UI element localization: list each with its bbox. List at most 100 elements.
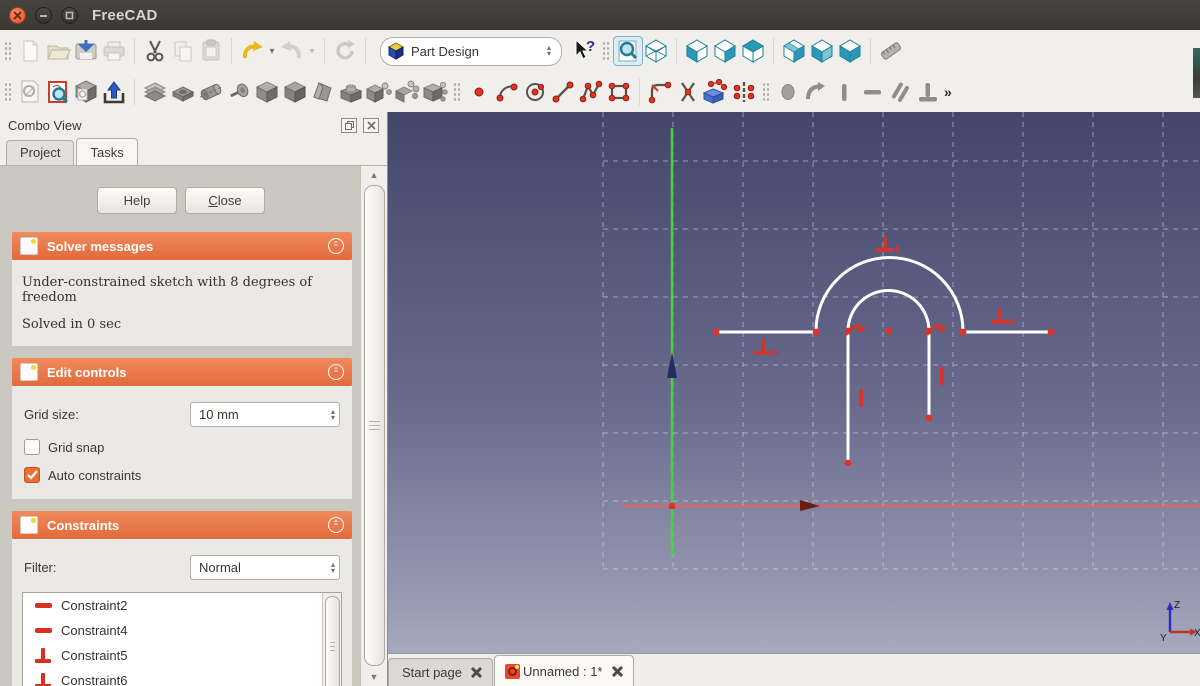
measure-distance-icon[interactable]	[877, 37, 905, 65]
scrollbar-thumb[interactable]	[325, 596, 340, 686]
close-tab-icon[interactable]	[612, 666, 623, 677]
tab-unnamed-document[interactable]: Unnamed : 1*	[494, 655, 634, 686]
grid-snap-checkbox[interactable]	[24, 439, 40, 455]
toolbar-handle[interactable]	[4, 40, 11, 62]
tab-start-page[interactable]: Start page	[388, 658, 493, 686]
toolbar-handle[interactable]	[762, 81, 769, 103]
polar-pattern-icon[interactable]	[393, 78, 421, 106]
redo-dropdown-caret-icon[interactable]: ▾	[306, 46, 318, 57]
spinner-arrows[interactable]: ▴ ▾	[327, 560, 339, 574]
create-rectangle-icon[interactable]	[605, 78, 633, 106]
scrollbar-thumb[interactable]	[364, 185, 385, 666]
sketch-canvas[interactable]: 5 5 6 Z Y X	[388, 112, 1200, 654]
paste-icon[interactable]	[197, 37, 225, 65]
3d-viewport[interactable]: 5 5 6 Z Y X	[388, 112, 1200, 654]
refresh-icon[interactable]	[331, 37, 359, 65]
spinner-arrows[interactable]: ▴ ▾	[327, 407, 339, 421]
constraint-horizontal-icon[interactable]	[858, 78, 886, 106]
grid-size-spinbox[interactable]: 10 mm ▴ ▾	[190, 402, 340, 427]
close-tab-icon[interactable]	[471, 667, 482, 678]
subtractive-box-icon[interactable]	[281, 78, 309, 106]
collapse-icon[interactable]: ⌃ ⌃	[328, 364, 344, 380]
window-minimize-button[interactable]	[35, 6, 52, 24]
list-scrollbar[interactable]: ▼	[322, 593, 341, 686]
additive-box-icon[interactable]	[253, 78, 281, 106]
copy-icon[interactable]	[169, 37, 197, 65]
pad-icon[interactable]	[141, 78, 169, 106]
window-maximize-button[interactable]	[61, 6, 78, 24]
constraints-header[interactable]: Constraints ⌃ ⌃	[12, 511, 352, 539]
linear-pattern-icon[interactable]	[365, 78, 393, 106]
toggle-symmetry-icon[interactable]	[730, 78, 758, 106]
list-item[interactable]: Constraint4	[23, 618, 341, 643]
filter-combobox[interactable]: Normal ▴ ▾	[190, 555, 340, 580]
workbench-spinner[interactable]: ▴ ▾	[543, 44, 555, 58]
tab-tasks[interactable]: Tasks	[76, 138, 138, 165]
groove-icon[interactable]	[225, 78, 253, 106]
toolbar-overflow-icon[interactable]: »	[944, 84, 952, 100]
create-point-icon[interactable]	[465, 78, 493, 106]
new-sketch-icon[interactable]	[16, 78, 44, 106]
cut-icon[interactable]	[141, 37, 169, 65]
boss-icon[interactable]	[337, 78, 365, 106]
constraint-vertical-icon[interactable]	[830, 78, 858, 106]
create-polyline-icon[interactable]	[577, 78, 605, 106]
create-fillet-icon[interactable]	[646, 78, 674, 106]
new-document-icon[interactable]	[16, 37, 44, 65]
save-document-icon[interactable]	[72, 37, 100, 65]
toolbar-handle[interactable]	[602, 40, 609, 62]
view-front-icon[interactable]	[683, 37, 711, 65]
constraint-parallel-icon[interactable]	[886, 78, 914, 106]
multitransform-icon[interactable]	[421, 78, 449, 106]
edit-controls-header[interactable]: Edit controls ⌃ ⌃	[12, 358, 352, 386]
view-bottom-icon[interactable]	[836, 37, 864, 65]
list-item[interactable]: Constraint2	[23, 593, 341, 618]
panel-float-button[interactable]	[341, 117, 357, 133]
tasks-scrollbar[interactable]: ▲ ▼	[360, 166, 387, 686]
list-item[interactable]: Constraint5	[23, 643, 341, 668]
view-right-icon[interactable]	[780, 37, 808, 65]
constraint-list[interactable]: Constraint2 Constraint4 Constraint5 Cons…	[22, 592, 342, 686]
combo-view-tabs: Project Tasks	[0, 138, 387, 165]
toolbar-handle[interactable]	[4, 81, 11, 103]
solver-messages-header[interactable]: Solver messages ⌃ ⌃	[12, 232, 352, 260]
window-close-button[interactable]	[9, 6, 26, 24]
list-item[interactable]: Constraint6	[23, 668, 341, 686]
view-axonometric-icon[interactable]	[642, 37, 670, 65]
revolution-icon[interactable]	[197, 78, 225, 106]
auto-constraints-checkbox[interactable]	[24, 467, 40, 483]
help-button[interactable]: Help	[97, 187, 177, 214]
create-line-icon[interactable]	[549, 78, 577, 106]
scroll-down-icon[interactable]: ▼	[361, 669, 387, 685]
fit-all-icon[interactable]	[613, 36, 643, 66]
constraint-arc-icon[interactable]	[802, 78, 830, 106]
close-task-button[interactable]: Close	[185, 187, 265, 214]
workbench-selector[interactable]: Part Design ▴ ▾	[380, 36, 562, 66]
leave-sketch-icon[interactable]	[100, 78, 128, 106]
toolbar-handle[interactable]	[453, 81, 460, 103]
view-rear-icon[interactable]	[711, 37, 739, 65]
external-geometry-icon[interactable]	[702, 78, 730, 106]
constraint-perpendicular-icon[interactable]	[914, 78, 942, 106]
print-icon[interactable]	[100, 37, 128, 65]
pocket-icon[interactable]	[169, 78, 197, 106]
trim-edge-icon[interactable]	[674, 78, 702, 106]
scroll-up-icon[interactable]: ▲	[361, 167, 387, 183]
map-sketch-icon[interactable]	[72, 78, 100, 106]
view-sketch-icon[interactable]	[44, 78, 72, 106]
collapse-icon[interactable]: ⌃ ⌃	[328, 238, 344, 254]
create-circle-icon[interactable]	[521, 78, 549, 106]
panel-close-button[interactable]	[363, 117, 379, 133]
view-left-icon[interactable]	[808, 37, 836, 65]
whats-this-icon[interactable]: ?	[570, 37, 598, 65]
draft-icon[interactable]	[309, 78, 337, 106]
undo-icon[interactable]	[238, 37, 266, 65]
open-document-icon[interactable]	[44, 37, 72, 65]
tab-project[interactable]: Project	[6, 140, 75, 165]
create-arc-icon[interactable]	[493, 78, 521, 106]
view-top-icon[interactable]	[739, 37, 767, 65]
undo-dropdown-caret-icon[interactable]: ▾	[266, 46, 278, 57]
collapse-icon[interactable]: ⌃ ⌃	[328, 517, 344, 533]
redo-icon[interactable]	[278, 37, 306, 65]
construction-mode-icon[interactable]	[774, 78, 802, 106]
